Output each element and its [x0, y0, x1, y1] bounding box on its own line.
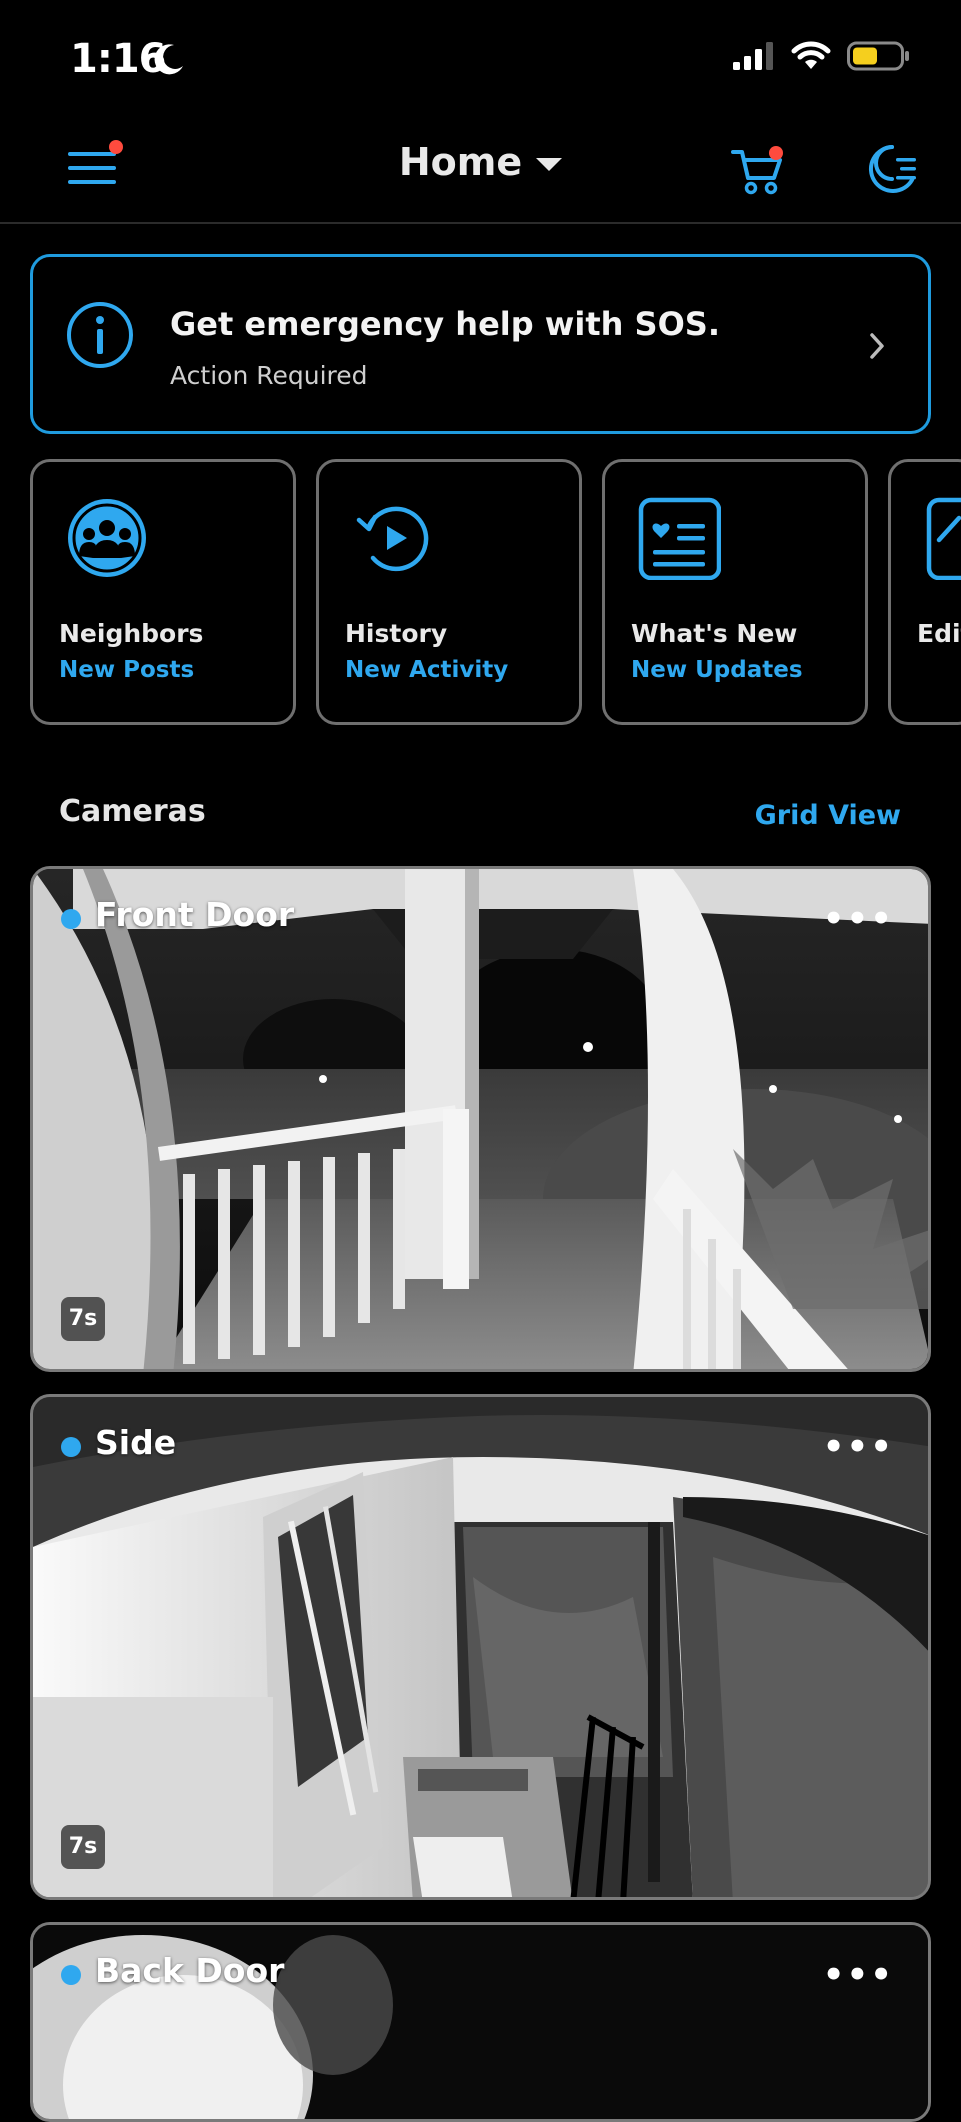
card-title: Edit — [917, 619, 961, 648]
history-card[interactable]: History New Activity — [316, 459, 582, 725]
neighbors-card[interactable]: Neighbors New Posts — [30, 459, 296, 725]
location-selector[interactable]: Home — [0, 140, 961, 184]
more-options-icon[interactable]: ••• — [823, 899, 894, 939]
grid-view-link[interactable]: Grid View — [755, 800, 901, 831]
more-options-icon[interactable]: ••• — [823, 1955, 894, 1995]
sos-subtitle: Action Required — [170, 361, 368, 390]
camera-name: Side — [95, 1423, 177, 1462]
chevron-down-icon — [536, 158, 563, 171]
camera-online-dot — [61, 1965, 81, 1985]
history-icon — [351, 496, 435, 584]
card-title: History — [345, 619, 448, 648]
wifi-icon — [791, 41, 831, 69]
news-icon — [637, 496, 722, 584]
camera-feed-image — [33, 869, 928, 1369]
edit-card[interactable]: Edit — [888, 459, 961, 725]
cart-icon — [731, 146, 783, 195]
edit-icon — [925, 496, 961, 584]
cameras-heading: Cameras — [59, 794, 206, 829]
camera-name: Front Door — [95, 895, 295, 934]
moon-modes-icon — [868, 145, 916, 193]
chevron-right-icon — [866, 331, 888, 365]
camera-online-dot — [61, 909, 81, 929]
more-options-icon[interactable]: ••• — [823, 1427, 894, 1467]
camera-name: Back Door — [95, 1951, 285, 1990]
moon-status-icon — [152, 42, 186, 80]
modes-button[interactable] — [862, 140, 922, 200]
card-title: What's New — [631, 619, 798, 648]
info-icon — [66, 301, 134, 373]
battery-icon — [847, 41, 909, 71]
sos-title: Get emergency help with SOS. — [170, 305, 720, 343]
clip-duration-badge: 7s — [61, 1825, 105, 1869]
neighbors-icon — [65, 496, 149, 584]
card-subtitle: New Updates — [631, 657, 803, 683]
camera-tile-front-door[interactable]: Front Door ••• 7s — [30, 866, 931, 1372]
camera-feed-image — [33, 1397, 928, 1897]
card-subtitle: New Activity — [345, 657, 509, 683]
card-subtitle: New Posts — [59, 657, 195, 683]
camera-online-dot — [61, 1437, 81, 1457]
location-title: Home — [398, 140, 523, 184]
sos-banner[interactable]: Get emergency help with SOS. Action Requ… — [30, 254, 931, 434]
cart-button[interactable] — [730, 142, 790, 198]
status-indicators — [731, 40, 911, 72]
cellular-signal-icon — [733, 42, 773, 70]
card-title: Neighbors — [59, 619, 204, 648]
clip-duration-badge: 7s — [61, 1297, 105, 1341]
camera-tile-side[interactable]: Side ••• 7s — [30, 1394, 931, 1900]
whats-new-card[interactable]: What's New New Updates — [602, 459, 868, 725]
camera-tile-back-door[interactable]: Back Door ••• — [30, 1922, 931, 2122]
